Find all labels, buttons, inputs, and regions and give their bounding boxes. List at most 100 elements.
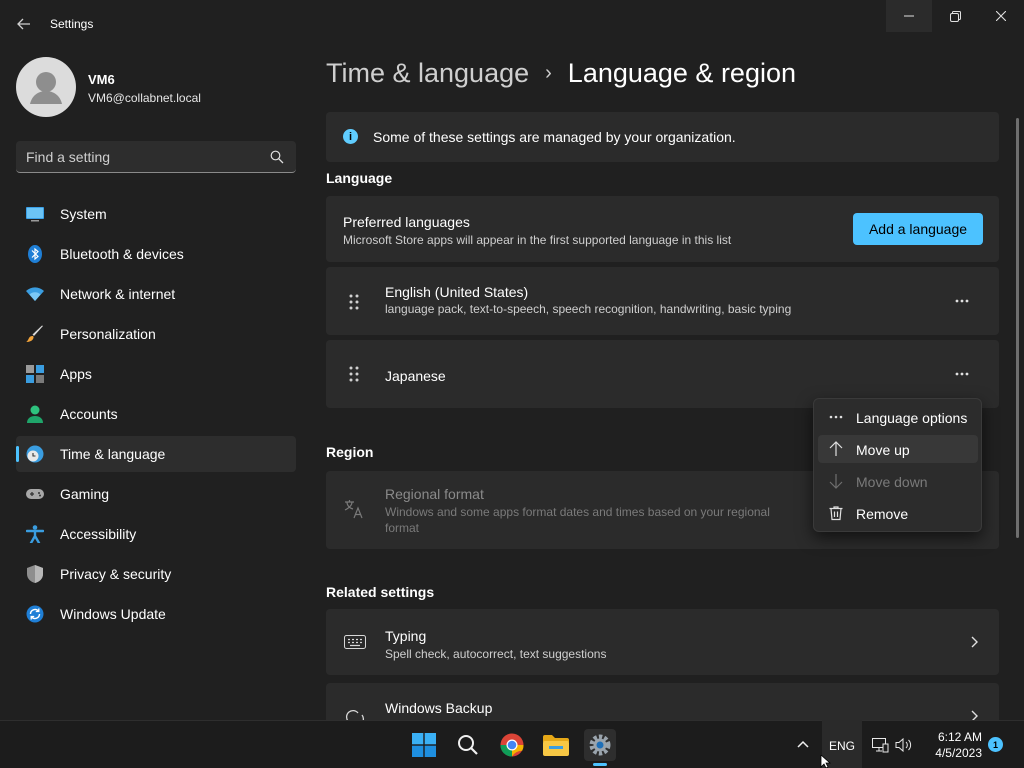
regional-format-description: Windows and some apps format dates and t…: [385, 505, 770, 535]
menu-item-label: Move up: [856, 442, 910, 458]
search-icon: [458, 735, 478, 755]
breadcrumb-separator: ›: [545, 62, 552, 84]
mouse-cursor-icon: [820, 755, 832, 768]
drag-handle-icon[interactable]: [346, 293, 362, 311]
notification-badge[interactable]: 1: [988, 737, 1003, 752]
restore-icon: [949, 10, 961, 22]
person-icon: [27, 405, 43, 423]
monitor-icon: [26, 207, 44, 222]
close-button[interactable]: [978, 0, 1024, 32]
accessibility-icon: [26, 525, 44, 543]
more-horizontal-icon: [955, 299, 969, 303]
add-language-button[interactable]: Add a language: [853, 213, 983, 245]
keyboard-icon: [344, 635, 366, 649]
sidebar-item-windows-update[interactable]: Windows Update: [16, 596, 296, 632]
menu-item-remove[interactable]: Remove: [818, 499, 978, 527]
avatar[interactable]: [16, 57, 76, 117]
more-horizontal-icon: [955, 372, 969, 376]
sidebar-item-personalization[interactable]: Personalization: [16, 316, 296, 352]
restore-button[interactable]: [932, 0, 978, 32]
update-icon: [26, 605, 44, 623]
user-name: VM6: [88, 72, 115, 87]
menu-item-move-up[interactable]: Move up: [818, 435, 978, 463]
apps-icon: [26, 365, 44, 383]
app-title: Settings: [50, 17, 94, 31]
minimize-icon: [904, 15, 914, 17]
trash-icon: [829, 506, 843, 521]
sidebar-item-label: Gaming: [60, 486, 110, 502]
sidebar-item-label: Windows Update: [60, 606, 166, 622]
sidebar-item-accessibility[interactable]: Accessibility: [16, 516, 296, 552]
language-features: language pack, text-to-speech, speech re…: [385, 302, 792, 316]
more-options-button[interactable]: [946, 362, 978, 386]
language-item-english[interactable]: English (United States) language pack, t…: [326, 267, 999, 335]
menu-item-move-down: Move down: [818, 467, 978, 495]
language-heading: Language: [326, 170, 393, 186]
language-name: Japanese: [385, 368, 446, 384]
chrome-taskbar-button[interactable]: [496, 729, 528, 761]
preferred-languages-card: Preferred languages Microsoft Store apps…: [326, 196, 999, 262]
regional-format-title: Regional format: [385, 486, 484, 502]
sidebar-item-label: Privacy & security: [60, 566, 172, 582]
paintbrush-icon: [26, 325, 43, 342]
start-button[interactable]: [408, 729, 440, 761]
volume-icon[interactable]: [895, 736, 913, 754]
sidebar-item-time-language[interactable]: Time & language: [16, 436, 296, 472]
settings-taskbar-button[interactable]: [584, 729, 616, 761]
sidebar-item-privacy[interactable]: Privacy & security: [16, 556, 296, 592]
chevron-up-icon[interactable]: [795, 737, 811, 753]
sidebar-item-gaming[interactable]: Gaming: [16, 476, 296, 512]
drag-handle-icon[interactable]: [346, 365, 362, 383]
search-box[interactable]: [16, 141, 296, 173]
info-icon: i: [343, 129, 358, 144]
regional-format-icon: [344, 500, 363, 519]
back-button[interactable]: [8, 8, 40, 40]
windows-backup-title: Windows Backup: [385, 700, 493, 716]
person-avatar-icon: [30, 72, 62, 104]
network-icon[interactable]: [871, 736, 889, 754]
sidebar-item-apps[interactable]: Apps: [16, 356, 296, 392]
taskbar-search-button[interactable]: [452, 729, 484, 761]
sidebar-item-label: Time & language: [60, 446, 166, 462]
title-bar: Settings: [0, 0, 1024, 48]
sidebar-item-bluetooth[interactable]: Bluetooth & devices: [16, 236, 296, 272]
sidebar-item-label: Personalization: [60, 326, 156, 342]
managed-info-banner: i Some of these settings are managed by …: [326, 112, 999, 162]
minimize-button[interactable]: [886, 0, 932, 32]
preferred-languages-description: Microsoft Store apps will appear in the …: [343, 233, 732, 247]
gamepad-icon: [26, 489, 44, 499]
menu-item-label: Remove: [856, 506, 909, 522]
file-explorer-taskbar-button[interactable]: [540, 729, 572, 761]
user-email: VM6@collabnet.local: [88, 91, 201, 105]
search-input[interactable]: [26, 141, 266, 172]
breadcrumb-parent[interactable]: Time & language: [326, 58, 529, 89]
sidebar-item-network[interactable]: Network & internet: [16, 276, 296, 312]
sidebar-item-label: Bluetooth & devices: [60, 246, 184, 262]
menu-item-language-options[interactable]: Language options: [818, 403, 978, 431]
sidebar-item-accounts[interactable]: Accounts: [16, 396, 296, 432]
bluetooth-icon: [28, 245, 42, 263]
sidebar-item-label: Accounts: [60, 406, 118, 422]
sidebar-item-system[interactable]: System: [16, 196, 296, 232]
chevron-right-icon: [971, 636, 978, 648]
taskbar: 6:12 AM 4/5/2023 1: [0, 720, 1024, 768]
info-text: Some of these settings are managed by yo…: [373, 129, 736, 145]
sidebar-item-label: System: [60, 206, 107, 222]
menu-item-label: Language options: [856, 410, 968, 426]
arrow-up-icon: [829, 441, 843, 456]
menu-item-label: Move down: [856, 474, 928, 490]
clock-date[interactable]: 4/5/2023: [920, 746, 982, 760]
region-heading: Region: [326, 444, 374, 460]
arrow-down-icon: [829, 474, 843, 489]
more-options-button[interactable]: [946, 289, 978, 313]
sidebar-item-label: Apps: [60, 366, 92, 382]
typing-description: Spell check, autocorrect, text suggestio…: [385, 647, 607, 661]
page-title: Language & region: [567, 58, 796, 88]
scrollbar[interactable]: [1016, 118, 1019, 538]
folder-icon: [543, 735, 569, 756]
search-icon[interactable]: [270, 150, 284, 164]
typing-settings-row[interactable]: Typing Spell check, autocorrect, text su…: [326, 609, 999, 675]
clock-time[interactable]: 6:12 AM: [926, 730, 982, 744]
language-name: English (United States): [385, 284, 529, 300]
language-context-menu: Language options Move up Move down Remov…: [813, 398, 982, 532]
